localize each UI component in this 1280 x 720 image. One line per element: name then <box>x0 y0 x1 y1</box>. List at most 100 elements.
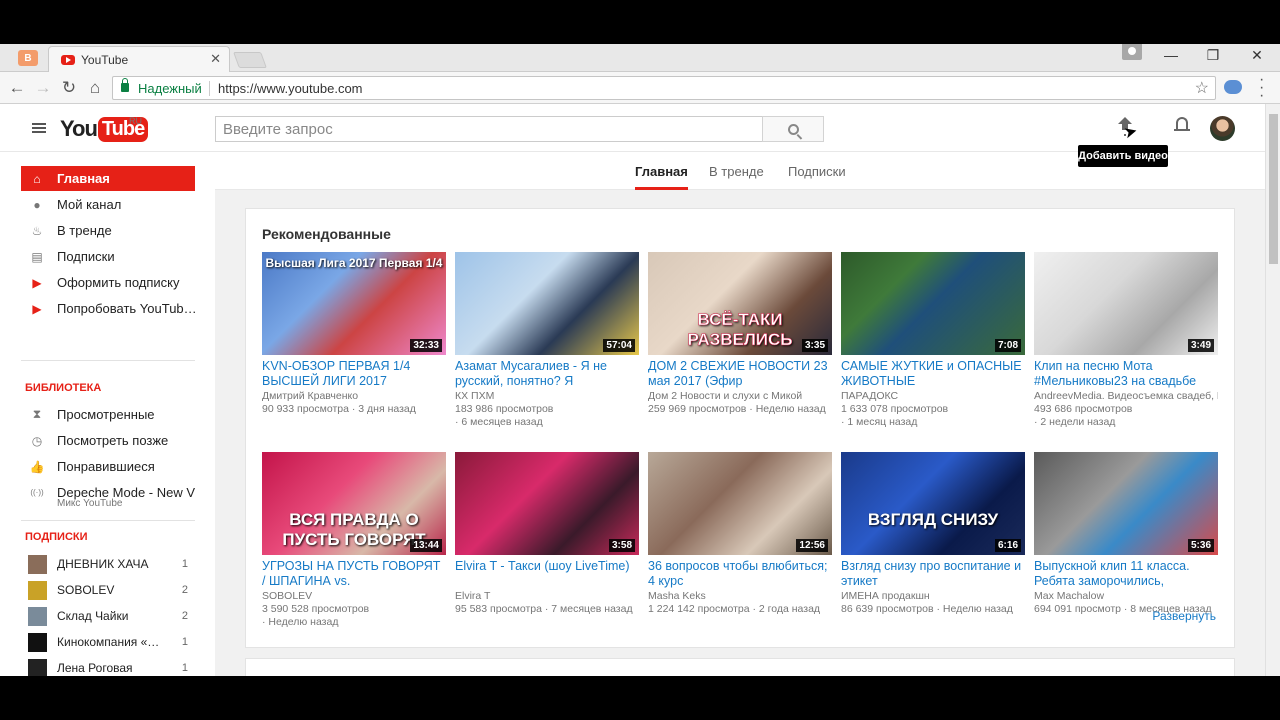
hamburger-menu-icon[interactable] <box>32 123 46 133</box>
forward-arrow-icon[interactable]: → <box>32 77 54 99</box>
new-video-count: 1 <box>181 662 188 674</box>
tab-home[interactable]: Главная <box>635 164 688 190</box>
notifications-bell-icon[interactable] <box>1174 116 1190 134</box>
browser-tab-youtube[interactable]: YouTube ✕ <box>48 46 230 73</box>
subscription-item[interactable]: Лена Роговая 1 <box>28 658 188 676</box>
video-card[interactable]: Высшая Лига 2017 Первая 1/4 32:33 KVN-ОБЗО… <box>262 252 446 442</box>
library-item-1[interactable]: ◷ Посмотреть позже <box>21 428 195 453</box>
video-card[interactable]: ВСЯ ПРАВДА О ПУСТЬ ГОВОРЯТ 13:44 УГРОЗЫ НА… <box>262 452 446 642</box>
video-title[interactable]: ДОМ 2 СВЕЖИЕ НОВОСТИ 23 мая 2017 (Эфир <box>648 359 832 389</box>
video-title[interactable]: САМЫЕ ЖУТКИЕ и ОПАСНЫЕ ЖИВОТНЫЕ <box>841 359 1025 389</box>
video-thumbnail[interactable]: ВЗГЛЯД СНИЗУ 6:16 <box>841 452 1025 555</box>
video-thumbnail[interactable]: 12:56 <box>648 452 832 555</box>
bookmark-star-icon[interactable]: ☆ <box>1195 78 1209 98</box>
address-bar[interactable]: Надежный https://www.youtube.com ☆ <box>112 76 1216 100</box>
video-thumbnail[interactable]: 3:58 <box>455 452 639 555</box>
video-stats: 86 639 просмотров · Неделю назад <box>841 603 1013 615</box>
subscription-item[interactable]: Склад Чайки 2 <box>28 606 188 626</box>
video-duration: 7:08 <box>994 339 1021 352</box>
expand-button[interactable]: Развернуть <box>1152 609 1216 623</box>
video-card[interactable]: ВСЁ-ТАКИ РАЗВЕЛИСЬ 3:35 ДОМ 2 СВЕЖИЕ НОВОС… <box>648 252 832 442</box>
library-item-0[interactable]: ⧗ Просмотренные <box>21 402 195 427</box>
maximize-button[interactable]: ❐ <box>1192 44 1234 66</box>
sidebar-item-5[interactable]: ▶ Попробовать YouTub… <box>21 296 195 321</box>
video-thumbnail[interactable]: Высшая Лига 2017 Первая 1/4 32:33 <box>262 252 446 355</box>
video-duration: 5:36 <box>1187 539 1214 552</box>
video-title[interactable]: Взгляд снизу про воспитание и этикет <box>841 559 1025 589</box>
video-thumbnail[interactable]: ВСЯ ПРАВДА О ПУСТЬ ГОВОРЯТ 13:44 <box>262 452 446 555</box>
video-card[interactable]: 7:08 САМЫЕ ЖУТКИЕ и ОПАСНЫЕ ЖИВОТНЫЕ ПАРАД… <box>841 252 1025 442</box>
clock-icon: ◷ <box>31 433 43 448</box>
video-card[interactable]: ВЗГЛЯД СНИЗУ 6:16 Взгляд снизу про воспита… <box>841 452 1025 642</box>
scrollbar-thumb[interactable] <box>1269 114 1278 264</box>
video-thumbnail[interactable]: 5:36 <box>1034 452 1218 555</box>
video-channel[interactable]: Elvira T <box>455 590 639 603</box>
video-channel[interactable]: Дмитрий Кравченко <box>262 390 446 403</box>
reload-icon[interactable]: ↻ <box>58 77 80 99</box>
back-arrow-icon[interactable]: ← <box>6 77 28 99</box>
video-duration: 32:33 <box>410 339 442 352</box>
page-scrollbar[interactable] <box>1265 104 1280 676</box>
video-duration: 13:44 <box>410 539 442 552</box>
subscription-item[interactable]: Кинокомпания «… 1 <box>28 632 188 652</box>
profile-badge-icon[interactable] <box>1122 44 1142 60</box>
video-stats: 3 590 528 просмотров <box>262 603 370 615</box>
avatar[interactable] <box>1210 116 1235 141</box>
video-thumbnail[interactable]: 3:49 <box>1034 252 1218 355</box>
video-thumbnail[interactable]: 57:04 <box>455 252 639 355</box>
video-channel[interactable]: AndreevMedia. Видеосъемка свадеб, LoveSt… <box>1034 390 1218 403</box>
thumbnail-overlay-text: ВЗГЛЯД СНИЗУ <box>867 510 999 529</box>
video-thumbnail[interactable]: ВСЁ-ТАКИ РАЗВЕЛИСЬ 3:35 <box>648 252 832 355</box>
sidebar-item-2[interactable]: ♨ В тренде <box>21 218 195 243</box>
sidebar-item-1[interactable]: ● Мой канал <box>21 192 195 217</box>
video-stats: 1 224 142 просмотра · 2 года назад <box>648 603 821 615</box>
video-title[interactable]: 36 вопросов чтобы влюбиться; 4 курс <box>648 559 832 589</box>
sidebar-item-4[interactable]: ▶ Оформить подписку <box>21 270 195 295</box>
channel-avatar <box>28 554 47 574</box>
video-channel[interactable]: SOBOLEV <box>262 590 446 603</box>
subscription-item[interactable]: ДНЕВНИК ХАЧА 1 <box>28 554 188 574</box>
extension-icon[interactable] <box>1224 80 1242 94</box>
video-card[interactable]: 57:04 Азамат Мусагалиев - Я не русский, п… <box>455 252 639 442</box>
channel-name: Кинокомпания «… <box>57 635 160 649</box>
video-card[interactable]: 3:58 Elvira T - Такси (шоу LiveTime) Elvir… <box>455 452 639 642</box>
video-stats: 95 583 просмотра · 7 месяцев назад <box>455 603 633 615</box>
search-input[interactable] <box>216 117 763 141</box>
video-thumbnail[interactable]: 7:08 <box>841 252 1025 355</box>
video-channel[interactable]: ИМЕНА продакшн <box>841 590 1025 603</box>
video-title[interactable]: Клип на песню Мота #Мельниковы23 на свад… <box>1034 359 1218 389</box>
new-tab-button[interactable] <box>233 52 267 68</box>
sidebar-item-0[interactable]: ⌂ Главная <box>21 166 195 191</box>
video-channel[interactable]: Masha Keks <box>648 590 832 603</box>
sidebar-item-3[interactable]: ▤ Подписки <box>21 244 195 269</box>
close-window-button[interactable]: ✕ <box>1236 44 1278 66</box>
video-channel[interactable]: ПАРАДОКС <box>841 390 1025 403</box>
subscription-item[interactable]: SOBOLEV 2 <box>28 580 188 600</box>
tab-close-icon[interactable]: ✕ <box>210 51 221 67</box>
minimize-button[interactable]: — <box>1150 44 1192 66</box>
subscriptions-icon: ▤ <box>31 249 43 264</box>
video-channel[interactable]: КХ ПХМ <box>455 390 639 403</box>
apps-icon[interactable]: B <box>18 50 38 66</box>
video-title[interactable]: Elvira T - Такси (шоу LiveTime) <box>455 559 639 574</box>
library-item-2[interactable]: 👍 Понравившиеся <box>21 454 195 479</box>
lock-icon <box>121 78 129 92</box>
sidebar-item-label: Мой канал <box>57 197 122 212</box>
tab-title: YouTube <box>81 53 129 67</box>
video-channel[interactable]: Дом 2 Новости и слухи с Микой <box>648 390 832 403</box>
tab-subscriptions[interactable]: Подписки <box>788 164 846 189</box>
url-text[interactable]: https://www.youtube.com <box>218 81 363 96</box>
video-title[interactable]: KVN-ОБЗОР ПЕРВАЯ 1/4 ВЫСШЕЙ ЛИГИ 2017 <box>262 359 446 389</box>
video-card[interactable]: 12:56 36 вопросов чтобы влюбиться; 4 курс… <box>648 452 832 642</box>
video-meta: ИМЕНА продакшн 86 639 просмотров · Неделю… <box>841 590 1025 616</box>
video-title[interactable]: УГРОЗЫ НА ПУСТЬ ГОВОРЯТ / ШПАГИНА vs. <box>262 559 446 589</box>
search-button[interactable] <box>762 116 824 142</box>
video-title[interactable]: Азамат Мусагалиев - Я не русский, понятн… <box>455 359 639 389</box>
browser-menu-icon[interactable]: · · · <box>1259 72 1264 104</box>
video-title[interactable]: Выпускной клип 11 класса. Ребята замороч… <box>1034 559 1218 589</box>
library-item-label: Просмотренные <box>57 407 155 422</box>
video-channel[interactable]: Max Machalow <box>1034 590 1218 603</box>
video-card[interactable]: 3:49 Клип на песню Мота #Мельниковы23 на … <box>1034 252 1218 442</box>
tab-trending[interactable]: В тренде <box>709 164 764 189</box>
home-button-icon[interactable]: ⌂ <box>84 77 106 99</box>
